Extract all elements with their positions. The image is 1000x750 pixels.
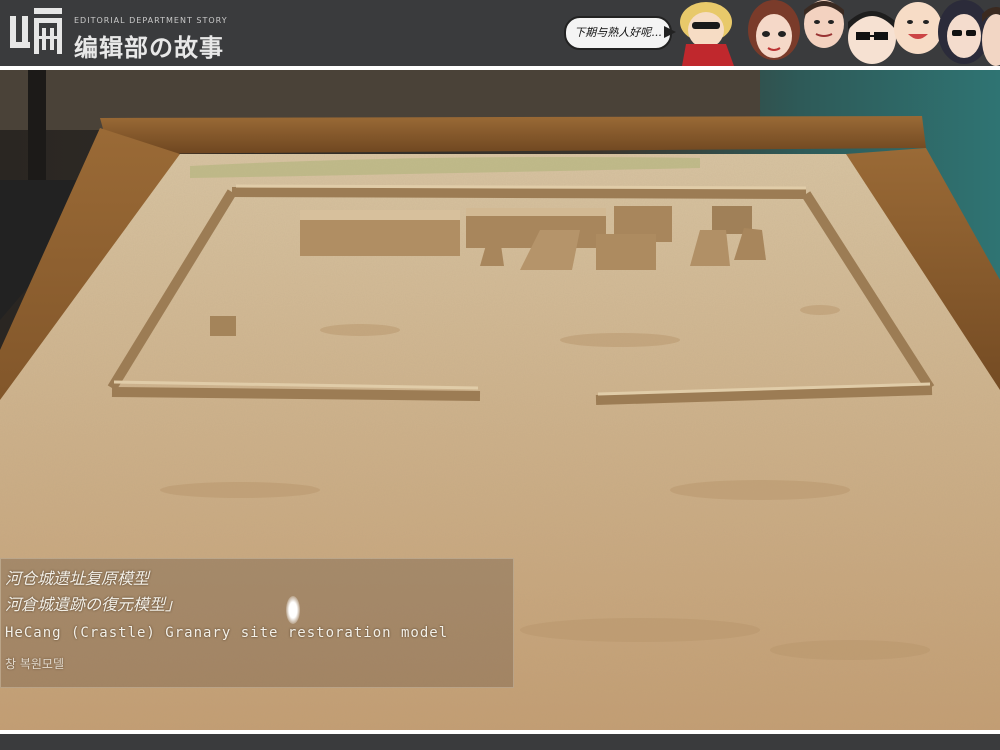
cartoon-face-icon	[982, 7, 1000, 66]
placard-english-text: HeCang (Crastle) Granary site restoratio…	[5, 625, 449, 641]
cartoon-face-icon	[938, 0, 990, 64]
cartoon-face-icon	[804, 0, 844, 48]
cartoon-faces-banner	[680, 0, 1000, 66]
exhibit-placard: 河仓城遗址复原模型 河倉城遺跡の復元模型」 HeCang (Crastle) G…	[0, 558, 514, 688]
placard-korean-text: 창 복원모델	[5, 657, 65, 671]
cartoon-face-icon	[748, 0, 800, 60]
placard-chinese-text: 河仓城遗址复原模型	[5, 569, 150, 588]
cartoon-face-icon	[894, 2, 942, 54]
speech-bubble-text: 下期与熟人好呢...	[574, 26, 662, 39]
speech-bubble-tail	[664, 26, 676, 38]
placard-japanese-text: 河倉城遺跡の復元模型」	[5, 595, 182, 614]
logo-title: 编辑部の故事	[74, 34, 224, 62]
footer-bar	[0, 734, 1000, 750]
speech-bubble: 下期与熟人好呢...	[564, 16, 672, 50]
header-bar: EDITORIAL DEPARTMENT STORY 编辑部の故事 下期与熟人好…	[0, 0, 1000, 66]
cartoon-face-icon	[848, 11, 896, 64]
cartoon-face-icon	[680, 2, 734, 66]
museum-photo: 河仓城遗址复原模型 河倉城遺跡の復元模型」 HeCang (Crastle) G…	[0, 70, 1000, 730]
logo-icon	[10, 8, 62, 54]
light-glare	[286, 596, 300, 624]
logo-subtitle: EDITORIAL DEPARTMENT STORY	[74, 16, 228, 25]
